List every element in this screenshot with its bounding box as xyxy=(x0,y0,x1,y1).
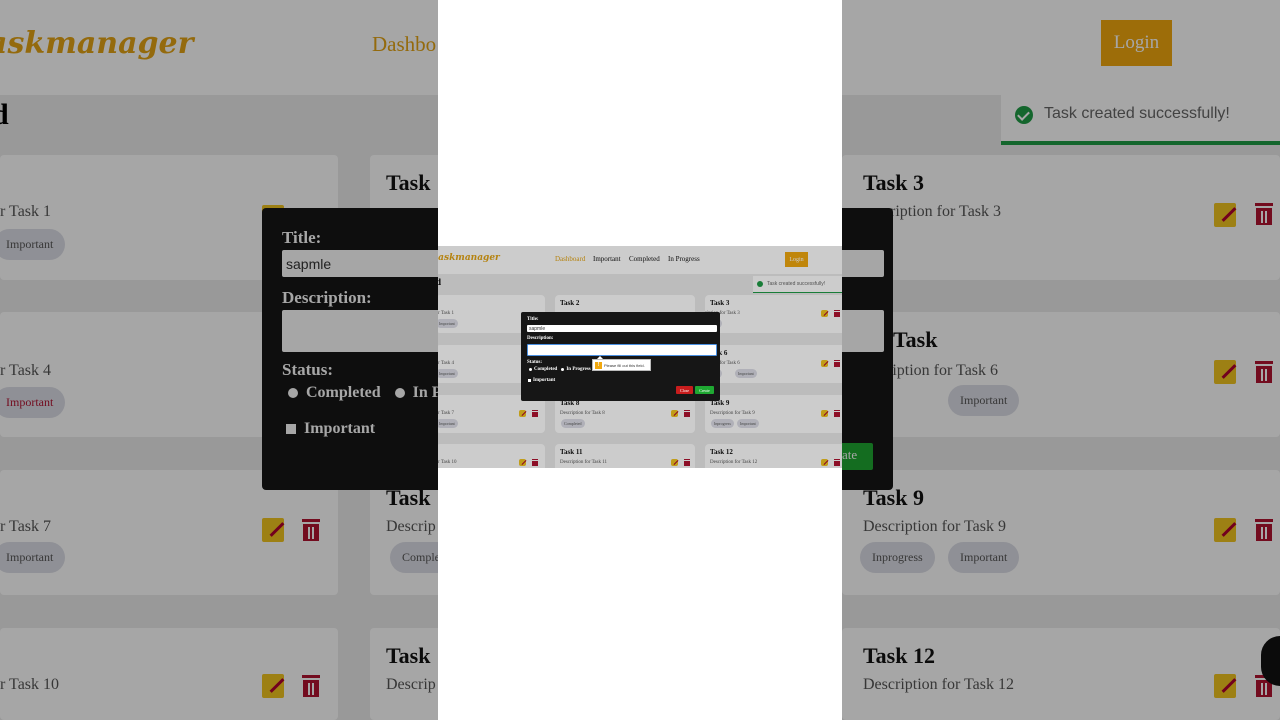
title-label: Title: xyxy=(527,317,539,322)
title-input[interactable]: sapmle xyxy=(527,325,717,332)
validation-message: Please fill out this field. xyxy=(604,362,645,368)
video-frame: taskmanager Dashboard Important Complete… xyxy=(438,0,842,720)
status-completed-label: Completed xyxy=(534,367,558,372)
app-window: taskmanager Dashboard Important Complete… xyxy=(438,246,842,468)
important-option: Important xyxy=(528,378,555,383)
important-label: Important xyxy=(533,378,556,383)
status-in-progress-label: In Progress xyxy=(566,367,591,372)
description-input[interactable] xyxy=(527,344,717,356)
status-options: Completed In Progress xyxy=(529,367,591,372)
validation-tooltip: ! Please fill out this field. xyxy=(592,356,651,371)
status-in-progress-radio[interactable] xyxy=(561,368,565,371)
status-label: Status: xyxy=(527,360,543,365)
warning-icon: ! xyxy=(595,361,602,369)
close-button[interactable]: Close xyxy=(676,386,693,394)
create-button[interactable]: Create xyxy=(695,386,714,394)
create-task-modal: Title: sapmle Description: Status: Compl… xyxy=(521,312,720,401)
description-label: Description: xyxy=(527,336,554,341)
important-checkbox[interactable] xyxy=(528,379,531,382)
status-completed-radio[interactable] xyxy=(529,368,532,371)
